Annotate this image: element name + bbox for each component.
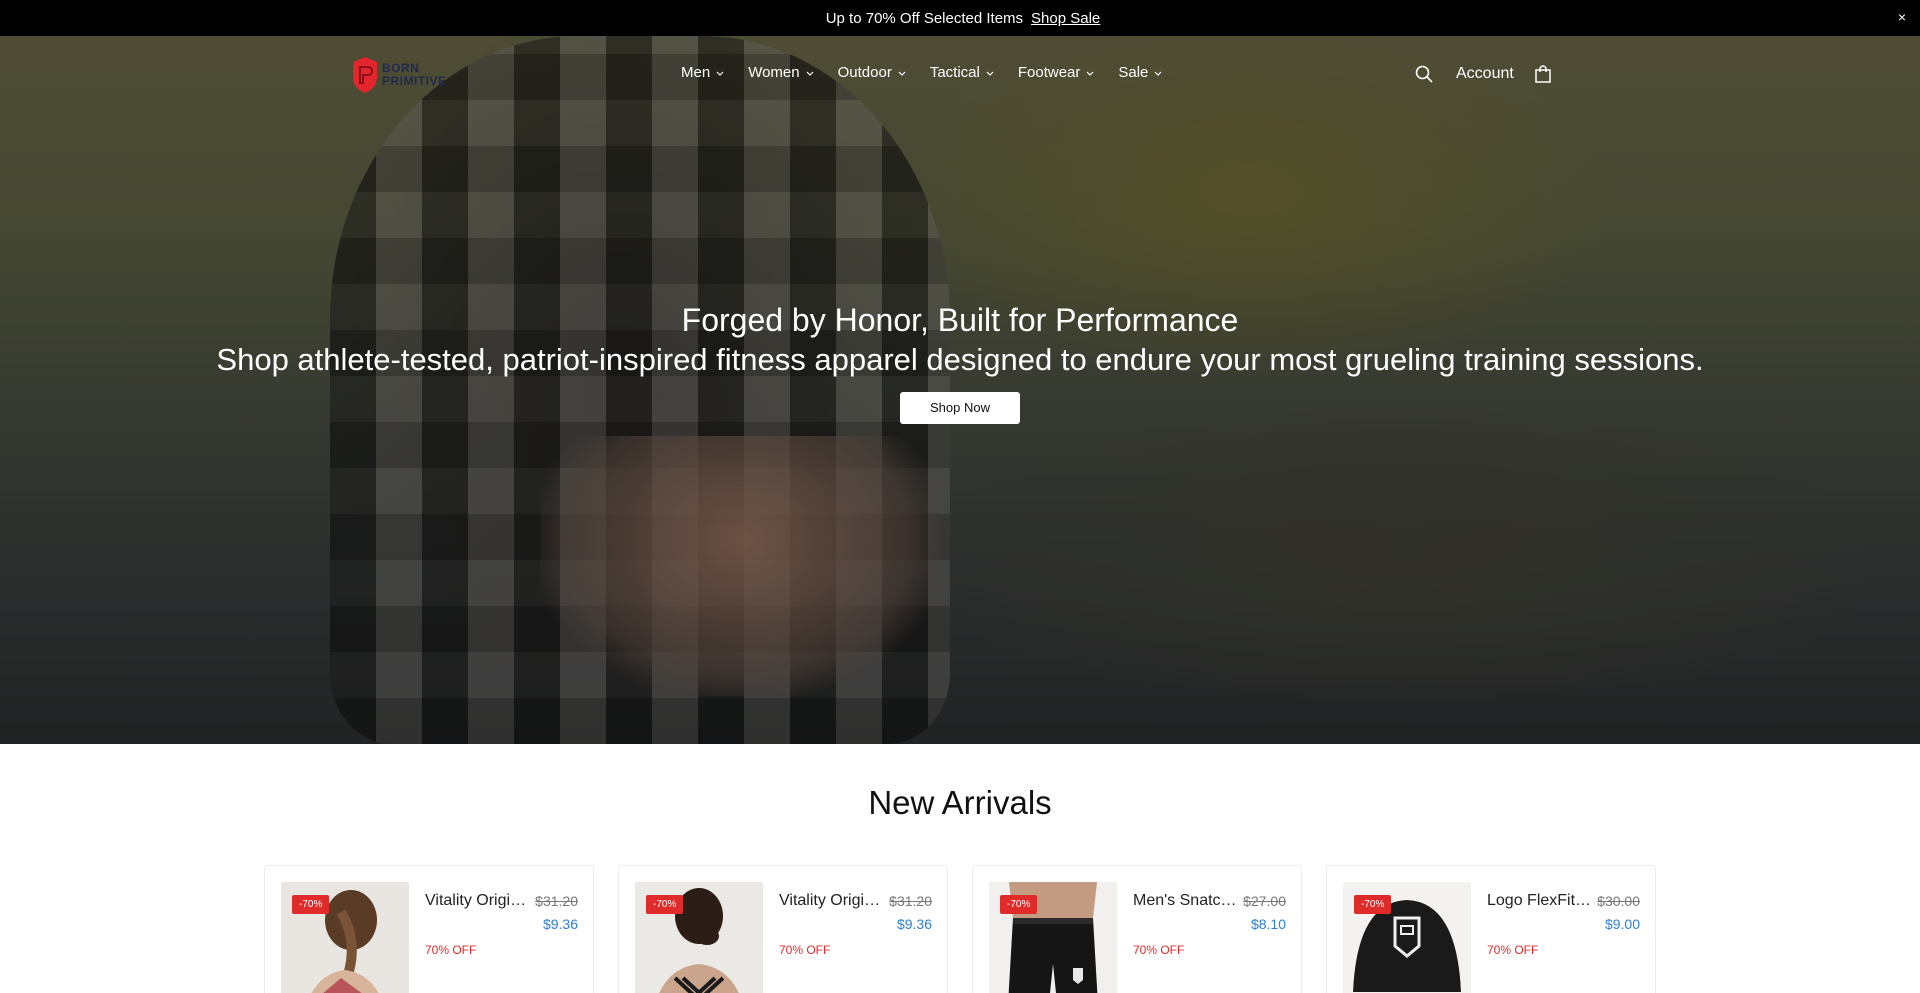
header-nav: BORN PRIMITIVE Men Women Outdoor Tactica… <box>0 36 1920 116</box>
shop-sale-link[interactable]: Shop Sale <box>1031 10 1100 27</box>
product-name[interactable]: Vitality Original Sports Bra <box>425 892 531 910</box>
chevron-down-icon <box>898 71 906 76</box>
close-icon[interactable]: × <box>1898 9 1906 25</box>
logo-wordmark: BORN PRIMITIVE <box>382 62 447 88</box>
product-image[interactable]: -70% <box>989 882 1117 993</box>
discount-badge: -70% <box>292 895 330 914</box>
section-title: New Arrivals <box>868 784 1052 821</box>
logo-line-2: PRIMITIVE <box>382 74 447 88</box>
sale-price: $9.00 <box>1604 916 1640 932</box>
hero-subtitle: Shop athlete-tested, patriot-inspired fi… <box>216 342 1704 377</box>
nav-label: Outdoor <box>837 64 892 81</box>
account-link[interactable]: Account <box>1456 65 1514 83</box>
nav-item-tactical[interactable]: Tactical <box>930 64 995 81</box>
original-price: $31.20 <box>889 893 932 909</box>
header-actions: Account <box>1414 64 1552 84</box>
nav-item-footwear[interactable]: Footwear <box>1018 64 1096 81</box>
chevron-down-icon <box>806 71 814 76</box>
chevron-down-icon <box>986 71 994 76</box>
search-icon[interactable] <box>1414 64 1434 84</box>
product-card[interactable]: -70% Vitality Original Sports Bra $31.20… <box>618 865 948 993</box>
discount-label: 70% OFF <box>1133 943 1185 957</box>
discount-label: 70% OFF <box>779 943 831 957</box>
nav-label: Footwear <box>1017 64 1081 81</box>
product-image[interactable]: -70% <box>281 882 409 993</box>
sale-price: $8.10 <box>1250 916 1286 932</box>
nav-label: Men <box>681 64 711 81</box>
discount-label: 70% OFF <box>1487 943 1539 957</box>
product-name[interactable]: Logo FlexFit Hat <box>1487 892 1593 910</box>
hero-content: Forged by Honor, Built for Performance S… <box>0 300 1920 424</box>
shopping-bag-icon[interactable] <box>1534 64 1552 84</box>
product-card[interactable]: -70% Men's Snatch Shorts $27.00 $8.10 70… <box>972 865 1302 993</box>
main-menu: Men Women Outdoor Tactical Footwear Sale <box>681 64 1186 81</box>
announcement-text: Up to 70% Off Selected Items <box>825 9 1024 27</box>
nav-item-women[interactable]: Women <box>748 64 814 81</box>
original-price: $31.20 <box>535 893 578 909</box>
discount-badge: -70% <box>1000 895 1038 914</box>
nav-item-men[interactable]: Men <box>681 64 725 81</box>
product-image[interactable]: -70% <box>635 882 763 993</box>
original-price: $30.00 <box>1597 893 1640 909</box>
sale-price: $9.36 <box>542 916 578 932</box>
nav-item-outdoor[interactable]: Outdoor <box>838 64 907 81</box>
chevron-down-icon <box>1154 71 1162 76</box>
discount-label: 70% OFF <box>425 943 477 957</box>
hero-title: Forged by Honor, Built for Performance <box>681 302 1239 338</box>
product-list: -70% Vitality Original Sports Bra $31.20… <box>264 865 1656 993</box>
discount-badge: -70% <box>1354 895 1392 914</box>
product-name[interactable]: Vitality Original Sports Bra <box>779 892 885 910</box>
product-name[interactable]: Men's Snatch Shorts <box>1133 892 1239 910</box>
shop-now-button[interactable]: Shop Now <box>900 392 1020 424</box>
brand-logo[interactable]: BORN PRIMITIVE <box>350 54 454 96</box>
chevron-down-icon <box>716 71 724 76</box>
nav-label: Women <box>748 64 800 81</box>
product-card[interactable]: -70% Logo FlexFit Hat $30.00 $9.00 70% O… <box>1326 865 1656 993</box>
announcement-bar: Up to 70% Off Selected Items Shop Sale × <box>0 0 1920 36</box>
chevron-down-icon <box>1086 71 1094 76</box>
product-card[interactable]: -70% Vitality Original Sports Bra $31.20… <box>264 865 594 993</box>
nav-label: Tactical <box>929 64 980 81</box>
discount-badge: -70% <box>646 895 684 914</box>
logo-shield-icon <box>353 57 377 93</box>
nav-label: Sale <box>1118 64 1149 81</box>
product-image[interactable]: -70% <box>1343 882 1471 993</box>
sale-price: $9.36 <box>896 916 932 932</box>
nav-item-sale[interactable]: Sale <box>1118 64 1163 81</box>
original-price: $27.00 <box>1243 893 1286 909</box>
